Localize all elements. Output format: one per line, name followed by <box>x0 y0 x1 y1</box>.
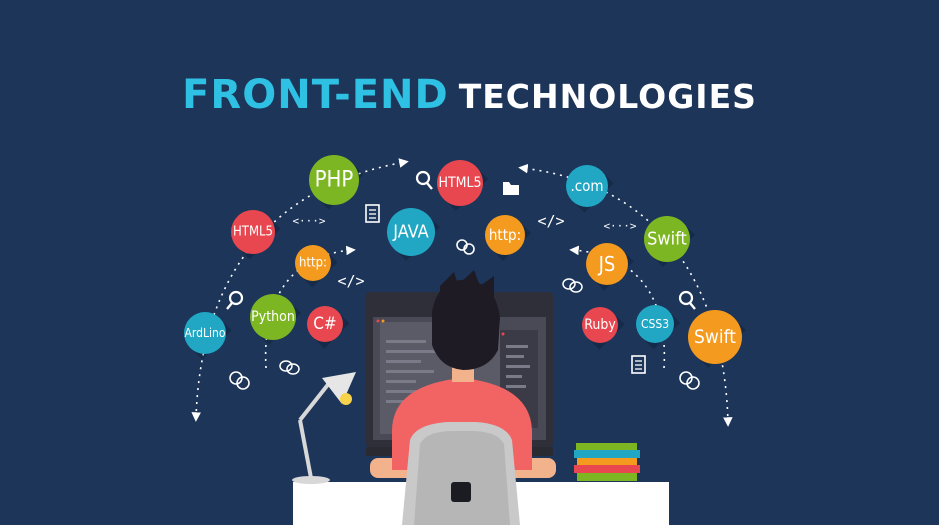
bubble-http-center: http: <box>485 215 531 261</box>
bubble-swift-far: Swift <box>688 310 746 368</box>
bubble-label: CSS3 <box>641 317 669 331</box>
bubble-ruby: Ruby <box>582 307 625 350</box>
search-icon <box>226 290 244 310</box>
bubble-label: http: <box>299 256 327 271</box>
code-dots-icon: <···> <box>603 220 636 233</box>
bubble-python: Python <box>250 294 302 346</box>
folder-icon <box>503 182 519 195</box>
book-stack <box>574 443 640 481</box>
bubble-label: .com <box>570 177 603 195</box>
search-icon <box>415 170 433 190</box>
bubble-arduino: ArdLino <box>184 312 232 360</box>
bubble-label: Ruby <box>584 317 616 333</box>
bubble-label: JAVA <box>392 222 428 243</box>
code-dots-icon: <···> <box>292 215 325 228</box>
bubble-js: JS <box>586 243 634 291</box>
bubble-label: Swift <box>694 326 736 348</box>
bubble-css3: CSS3 <box>636 305 681 350</box>
bubble-http-left: http: <box>295 245 338 288</box>
bubble-html5-left: HTML5 <box>231 210 281 260</box>
desk-lamp <box>292 372 356 484</box>
bubble-label: PHP <box>315 168 354 193</box>
illustration: PHP HTML5 .com HTML5 JAVA http: Swift http: JS Py… <box>184 155 746 525</box>
bubble-csharp: C# <box>307 306 350 349</box>
bubble-com: .com <box>566 165 614 213</box>
document-icon <box>365 204 380 223</box>
bubble-label: http: <box>489 226 521 244</box>
bubble-label: Python <box>251 309 295 325</box>
search-icon <box>678 290 696 310</box>
bubble-label: HTML5 <box>233 225 273 240</box>
bubble-label: Swift <box>647 229 687 250</box>
bubble-java: JAVA <box>387 208 440 261</box>
code-icon: </> <box>537 212 564 230</box>
office-chair <box>402 422 520 525</box>
code-icon: </> <box>337 272 364 290</box>
bubble-swift-right: Swift <box>644 216 696 268</box>
bubble-label: HTML5 <box>438 175 481 191</box>
bubble-label: JS <box>598 252 616 276</box>
document-icon <box>631 355 646 374</box>
bubble-label: C# <box>313 314 337 334</box>
bubble-label: ArdLino <box>185 326 226 340</box>
bubble-php: PHP <box>309 155 364 210</box>
bubble-html5-top: HTML5 <box>437 160 489 212</box>
